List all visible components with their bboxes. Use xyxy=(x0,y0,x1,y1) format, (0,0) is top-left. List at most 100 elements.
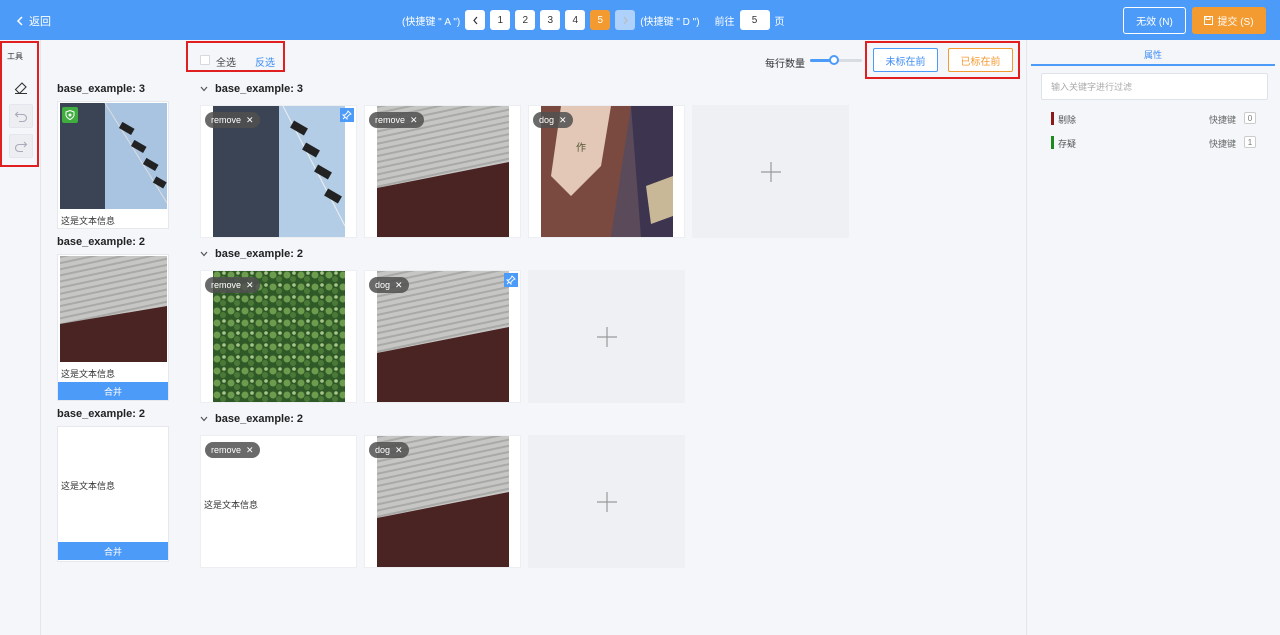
preview-group-title: base_example: 3 xyxy=(57,83,146,95)
unmarked-first-button[interactable]: 未标在前 xyxy=(873,48,938,72)
tag-label: remove xyxy=(211,445,242,455)
remove-tag-icon[interactable]: ✕ xyxy=(410,115,418,126)
siding-wall-image xyxy=(60,256,167,362)
image-card[interactable]: dog ✕ xyxy=(364,270,521,403)
image-card[interactable]: dog ✕ xyxy=(364,435,521,568)
submit-button[interactable]: 提交 (S) xyxy=(1192,7,1266,34)
invert-selection-link[interactable]: 反选 xyxy=(255,54,275,69)
eraser-button[interactable] xyxy=(9,76,33,100)
remove-tag-icon[interactable]: ✕ xyxy=(559,115,567,126)
chevron-right-icon xyxy=(623,16,628,24)
remove-tag-icon[interactable]: ✕ xyxy=(395,280,403,291)
next-page-button[interactable] xyxy=(615,10,636,30)
shield-star-icon xyxy=(62,107,78,123)
redo-icon xyxy=(14,141,28,153)
remove-tag-icon[interactable]: ✕ xyxy=(395,445,403,456)
pin-icon[interactable] xyxy=(340,108,354,122)
submit-label: 提交 (S) xyxy=(1217,17,1254,28)
preview-image xyxy=(60,103,167,209)
plus-icon xyxy=(760,161,781,182)
label-tag[interactable]: dog ✕ xyxy=(369,442,409,458)
per-row-slider[interactable] xyxy=(810,55,862,65)
chevron-down-icon xyxy=(200,86,208,92)
tag-label: dog xyxy=(375,280,391,290)
page-5-button[interactable]: 5 xyxy=(590,10,611,30)
remove-tag-icon[interactable]: ✕ xyxy=(246,115,254,126)
merge-button[interactable]: 合并 xyxy=(58,382,168,400)
label-tag[interactable]: remove ✕ xyxy=(205,442,260,458)
tag-label: dog xyxy=(375,445,391,455)
marked-first-button[interactable]: 已标在前 xyxy=(948,48,1013,72)
preview-group-title: base_example: 2 xyxy=(57,408,146,420)
attribute-label: 存疑 xyxy=(1058,139,1077,149)
add-image-card[interactable] xyxy=(692,105,849,238)
select-all-label[interactable]: 全选 xyxy=(216,54,236,69)
merge-button[interactable]: 合并 xyxy=(58,542,168,560)
back-button[interactable]: 返回 xyxy=(16,13,51,29)
preview-card[interactable]: 这是文本信息 xyxy=(57,101,169,229)
label-tag[interactable]: dog ✕ xyxy=(533,112,573,128)
chevron-left-icon xyxy=(16,16,23,26)
tag-label: dog xyxy=(539,115,555,125)
attribute-color-bar xyxy=(1051,112,1054,125)
label-tag[interactable]: remove ✕ xyxy=(205,277,260,293)
attribute-item[interactable]: 存疑 快捷键 1 xyxy=(1051,136,1257,150)
image-card[interactable]: remove ✕ xyxy=(364,105,521,238)
invalid-button[interactable]: 无效 (N) xyxy=(1123,7,1186,34)
per-row-label: 每行数量 xyxy=(765,59,805,70)
page-1-button[interactable]: 1 xyxy=(490,10,511,30)
image-card[interactable]: remove ✕ xyxy=(200,105,357,238)
preview-card[interactable]: 这是文本信息 合并 xyxy=(57,254,169,401)
label-tag[interactable]: dog ✕ xyxy=(369,277,409,293)
group-header[interactable]: base_example: 3 xyxy=(200,83,303,95)
goto-page-input[interactable]: 5 xyxy=(739,10,770,30)
prev-page-button[interactable] xyxy=(465,10,486,30)
page-4-button[interactable]: 4 xyxy=(565,10,586,30)
group-header[interactable]: base_example: 2 xyxy=(200,248,303,260)
plus-icon xyxy=(596,326,617,347)
goto-label: 前往 xyxy=(714,16,735,28)
attribute-filter-input[interactable]: 输入关键字进行过滤 xyxy=(1041,73,1268,100)
chevron-left-icon xyxy=(472,16,478,24)
attribute-item[interactable]: 剔除 快捷键 0 xyxy=(1051,112,1257,126)
card-text: 这是文本信息 xyxy=(204,500,259,510)
remove-tag-icon[interactable]: ✕ xyxy=(246,280,254,291)
text-card[interactable]: 这是文本信息 remove ✕ xyxy=(200,435,357,568)
label-tag[interactable]: remove ✕ xyxy=(369,112,424,128)
next-shortcut-hint: (快捷键 " D ") xyxy=(640,16,700,28)
label-tag[interactable]: remove ✕ xyxy=(205,112,260,128)
save-icon xyxy=(1204,16,1214,25)
page-3-button[interactable]: 3 xyxy=(540,10,561,30)
undo-icon xyxy=(14,111,28,123)
select-all-checkbox[interactable] xyxy=(200,55,210,65)
attribute-label: 剔除 xyxy=(1058,115,1077,125)
remove-tag-icon[interactable]: ✕ xyxy=(246,445,254,456)
group-title: base_example: 2 xyxy=(215,248,304,260)
shortcut-key: 1 xyxy=(1244,136,1256,148)
tag-label: remove xyxy=(375,115,406,125)
svg-text:作: 作 xyxy=(576,142,586,154)
tool-panel: 工具 xyxy=(0,41,39,167)
add-image-card[interactable] xyxy=(528,435,685,568)
preview-card[interactable]: 这是文本信息 合并 xyxy=(57,426,169,562)
eraser-icon xyxy=(14,82,27,95)
slider-handle[interactable] xyxy=(829,55,839,65)
chevron-down-icon xyxy=(200,416,208,422)
shortcut-label: 快捷键 xyxy=(1209,139,1237,149)
group-header[interactable]: base_example: 2 xyxy=(200,413,303,425)
image-card[interactable]: 作 dog ✕ xyxy=(528,105,685,238)
back-label: 返回 xyxy=(29,16,51,28)
redo-button[interactable] xyxy=(9,134,33,158)
add-image-card[interactable] xyxy=(528,270,685,403)
undo-button[interactable] xyxy=(9,104,33,128)
image-card[interactable]: remove ✕ xyxy=(200,270,357,403)
tab-attributes[interactable]: 属性 xyxy=(1031,48,1275,61)
page-2-button[interactable]: 2 xyxy=(515,10,536,30)
top-bar: 返回 (快捷键 " A ") 1 2 3 4 5 (快捷键 " D ") 前往 … xyxy=(0,0,1280,40)
prev-shortcut-hint: (快捷键 " A ") xyxy=(402,16,461,28)
preview-text: 这是文本信息 xyxy=(61,369,116,379)
tool-title: 工具 xyxy=(7,52,23,61)
preview-image xyxy=(60,256,167,362)
pin-icon[interactable] xyxy=(504,273,518,287)
preview-text: 这是文本信息 xyxy=(61,216,116,226)
